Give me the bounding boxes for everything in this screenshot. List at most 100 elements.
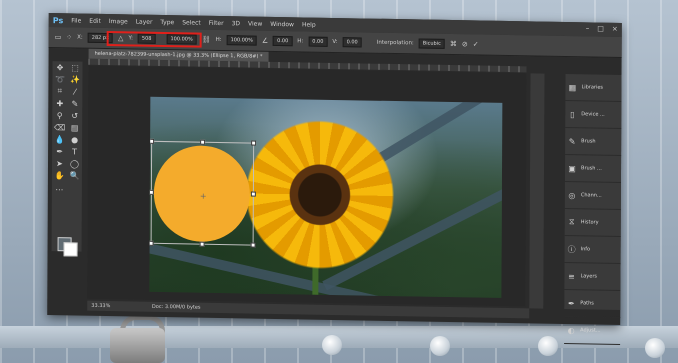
warp-icon[interactable]: ⌘ [450, 40, 457, 48]
panel-info[interactable]: ⓘ Info [564, 236, 621, 264]
paths-icon: ✒ [567, 298, 575, 308]
panel-label: Device ... [581, 111, 605, 118]
sunflower [244, 118, 396, 272]
photoshop-window: Ps File Edit Image Layer Type Select Fil… [47, 13, 622, 345]
panel-device-preview[interactable]: ▯ Device ... [565, 101, 622, 130]
angle-icon: ∠ [261, 36, 269, 45]
menu-edit[interactable]: Edit [89, 17, 101, 24]
healing-tool-icon[interactable]: ✚ [56, 99, 63, 108]
info-icon: ⓘ [567, 244, 576, 254]
type-tool-icon[interactable]: T [72, 147, 77, 156]
libraries-icon: ▦ [568, 82, 577, 92]
hand-tool-icon[interactable]: ✋ [54, 171, 64, 180]
maximize-button[interactable]: □ [597, 25, 604, 33]
cancel-transform-icon[interactable]: ⊘ [462, 40, 468, 48]
menu-view[interactable]: View [248, 20, 262, 27]
brush-icon: ✎ [568, 136, 576, 146]
h-skew-label: H: [297, 38, 304, 45]
clone-stamp-icon[interactable]: ⚲ [57, 111, 63, 120]
height-label: H: [215, 36, 222, 44]
v-skew-label: V: [332, 38, 338, 46]
panel-label: Paths [580, 300, 594, 307]
bolt [645, 338, 665, 358]
dodge-tool-icon[interactable]: ● [71, 135, 78, 144]
zoom-tool-icon[interactable]: 🔍 [69, 171, 79, 180]
tools-panel: ✥ ⬚ ➰ ✨ ⌗ ⁄ ✚ ✎ ⚲ ↺ ⌫ ▤ 💧 ● ✒ T ➤ ◯ ✋ 🔍 … [51, 61, 83, 252]
panel-adjustments[interactable]: ◐ Adjust... [564, 317, 621, 345]
transform-handle[interactable] [200, 139, 206, 145]
transform-handle[interactable] [149, 189, 154, 195]
transform-handle[interactable] [250, 191, 256, 197]
menu-select[interactable]: Select [182, 19, 201, 26]
interpolation-label: Interpolation: [376, 39, 414, 47]
panel-layers[interactable]: ≡ Layers [564, 263, 621, 291]
panel-channels[interactable]: ◎ Chann... [564, 182, 621, 210]
transform-handle[interactable] [149, 240, 154, 246]
angle-field[interactable]: 0.00 [273, 35, 293, 47]
window-controls: – □ × [586, 24, 618, 33]
gradient-tool-icon[interactable]: ▤ [71, 123, 79, 132]
canvas-area[interactable]: + [87, 65, 527, 307]
v-skew-field[interactable]: 0.00 [342, 37, 362, 48]
interpolation-select[interactable]: Bicubic [418, 38, 445, 49]
menu-help[interactable]: Help [302, 21, 316, 28]
ellipse-tool-icon[interactable]: ◯ [70, 159, 79, 168]
menu-window[interactable]: Window [270, 20, 294, 27]
collapsed-panel-strip [529, 73, 545, 309]
channels-icon: ◎ [568, 190, 576, 200]
panel-dock: ▦ Libraries ▯ Device ... ✎ Brush ▣ Brush ...… [564, 74, 622, 345]
menu-3d[interactable]: 3D [232, 20, 240, 27]
marquee-tool-icon[interactable]: ⬚ [71, 63, 79, 72]
menu-type[interactable]: Type [160, 18, 174, 25]
doc-info[interactable]: Doc: 3.00M/0 bytes [152, 304, 201, 311]
bolt [430, 336, 450, 356]
panel-brush-presets[interactable]: ▣ Brush ... [564, 155, 622, 183]
sunflower-photo[interactable]: + [149, 96, 503, 298]
eraser-tool-icon[interactable]: ⌫ [54, 123, 65, 132]
history-brush-icon[interactable]: ↺ [71, 111, 78, 120]
reference-point-icon[interactable]: ⁘ [66, 33, 72, 41]
magic-wand-icon[interactable]: ✨ [70, 75, 80, 84]
pen-tool-icon[interactable]: ✒ [56, 147, 63, 156]
height-field[interactable]: 100.00% [226, 35, 257, 46]
menu-file[interactable]: File [71, 17, 81, 24]
panel-libraries[interactable]: ▦ Libraries [565, 74, 622, 103]
minimize-button[interactable]: – [586, 24, 590, 32]
menu-layer[interactable]: Layer [136, 18, 153, 25]
link-icon[interactable]: ⛓ [202, 36, 211, 44]
xy-highlight-box [106, 31, 202, 48]
transform-handle[interactable] [250, 242, 256, 248]
h-skew-field[interactable]: 0.00 [308, 36, 328, 47]
photoshop-logo: Ps [52, 15, 64, 25]
zoom-level[interactable]: 33.33% [91, 303, 110, 309]
close-button[interactable]: × [612, 25, 618, 33]
lasso-tool-icon[interactable]: ➰ [55, 75, 65, 84]
crop-tool-icon[interactable]: ⌗ [58, 86, 63, 96]
panel-label: Info [580, 246, 591, 253]
panel-paths[interactable]: ✒ Paths [564, 290, 621, 318]
transform-center-icon[interactable]: + [200, 192, 207, 201]
history-icon: ⧖ [568, 217, 575, 227]
bolt [538, 336, 558, 356]
background-color-swatch[interactable] [63, 242, 78, 257]
more-tools-icon[interactable]: … [55, 183, 63, 192]
path-select-icon[interactable]: ➤ [56, 159, 63, 168]
transform-handle[interactable] [251, 140, 257, 146]
transform-handle[interactable] [149, 138, 155, 144]
panel-label: History [580, 219, 599, 226]
move-tool-icon[interactable]: ✥ [57, 63, 64, 72]
tool-preset-icon[interactable]: ▭ [55, 33, 62, 41]
panel-history[interactable]: ⧖ History [564, 209, 621, 237]
transform-handle[interactable] [199, 241, 205, 247]
eyedropper-tool-icon[interactable]: ⁄ [74, 87, 75, 96]
commit-transform-icon[interactable]: ✓ [473, 40, 479, 48]
blur-tool-icon[interactable]: 💧 [55, 135, 65, 144]
panel-label: Layers [580, 273, 598, 280]
menu-image[interactable]: Image [109, 18, 128, 25]
panel-label: Adjust... [580, 327, 601, 334]
layers-icon: ≡ [568, 271, 575, 281]
brush-tool-icon[interactable]: ✎ [71, 99, 78, 108]
panel-brush[interactable]: ✎ Brush [565, 128, 622, 157]
menu-filter[interactable]: Filter [209, 19, 224, 26]
brush-presets-icon: ▣ [568, 163, 576, 173]
